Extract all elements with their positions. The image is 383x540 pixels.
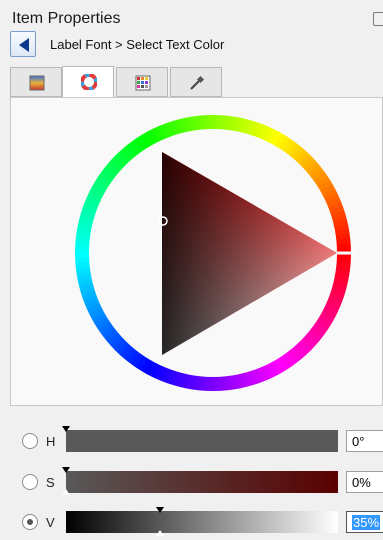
- back-arrow-icon: [19, 38, 29, 52]
- saturation-slider-thumb-bottom: [62, 489, 70, 495]
- value-label: V: [46, 515, 55, 530]
- saturation-slider[interactable]: [66, 471, 338, 493]
- radio-saturation[interactable]: [22, 474, 38, 490]
- value-slider-thumb[interactable]: [156, 507, 164, 513]
- color-wheel-icon: [81, 74, 97, 90]
- gradient-icon: [29, 75, 45, 91]
- hue-slider[interactable]: [66, 430, 338, 452]
- hue-value-field[interactable]: 0°: [346, 430, 383, 452]
- tab-eyedropper[interactable]: [170, 67, 222, 97]
- back-button[interactable]: [10, 31, 36, 57]
- hue-slider-thumb[interactable]: [62, 426, 70, 432]
- value-value-field[interactable]: 35%: [346, 511, 383, 533]
- hue-label: H: [46, 434, 56, 449]
- value-value: 35%: [352, 515, 381, 530]
- breadcrumb: Label Font > Select Text Color: [50, 37, 225, 52]
- saturation-slider-thumb[interactable]: [62, 467, 70, 473]
- radio-hue[interactable]: [22, 433, 38, 449]
- value-slider[interactable]: [66, 511, 338, 533]
- saturation-label: S: [46, 475, 55, 490]
- saturation-value-field[interactable]: 0%: [346, 471, 383, 493]
- hue-value: 0°: [352, 434, 365, 449]
- tab-color-wheel[interactable]: [62, 66, 114, 98]
- color-wheel-area[interactable]: [10, 97, 383, 406]
- eyedropper-icon: [190, 75, 205, 90]
- value-slider-thumb-bottom: [156, 530, 164, 536]
- palette-grid-icon: [135, 75, 151, 91]
- saturation-value: 0%: [352, 475, 371, 490]
- close-icon[interactable]: [373, 12, 383, 26]
- panel-title: Item Properties: [12, 10, 121, 27]
- hue-ring[interactable]: [11, 98, 383, 407]
- radio-value[interactable]: [22, 514, 38, 530]
- tab-color-swatches[interactable]: [10, 67, 62, 97]
- tab-palette[interactable]: [116, 67, 168, 97]
